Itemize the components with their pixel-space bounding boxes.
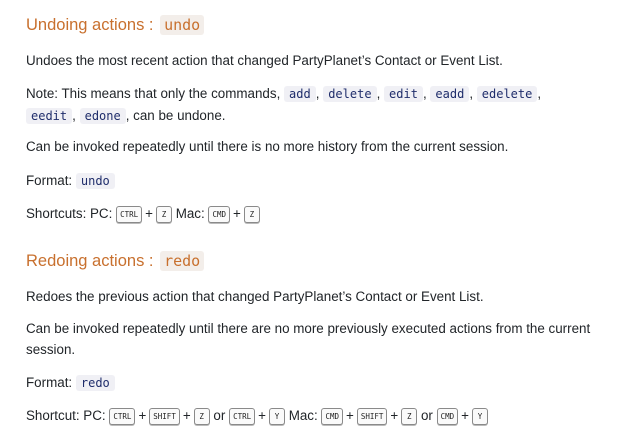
key-cmd: CMD: [436, 407, 459, 425]
note-command-eedit: eedit: [26, 108, 73, 124]
redo-heading: Redoing actions : redo: [26, 250, 205, 272]
key-ctrl: CTRL: [116, 205, 143, 223]
undo-note: Note: This means that only the commands,…: [26, 86, 542, 124]
or-text: or: [420, 408, 433, 423]
note-command-edit: edit: [384, 86, 423, 102]
key-cmd: CMD: [321, 407, 343, 425]
note-command-edone: edone: [79, 108, 126, 124]
note-command-eadd: eadd: [430, 86, 470, 102]
key-y: Y: [268, 407, 285, 425]
undo-note-suffix: , can be undone.: [125, 108, 226, 123]
note-command-edelete: edelete: [476, 86, 538, 102]
redo-format-label: Format:: [26, 375, 73, 390]
redo-repeat: Can be invoked repeatedly until there ar…: [26, 321, 591, 357]
undo-description: Undoes the most recent action that chang…: [26, 53, 503, 68]
undo-shortcut-label: Shortcuts: PC:: [26, 206, 113, 221]
redo-description: Redoes the previous action that changed …: [26, 289, 484, 304]
redo-heading-text: Redoing actions :: [26, 252, 154, 270]
undo-heading-command: undo: [160, 15, 205, 35]
key-shift: SHIFT: [149, 407, 180, 425]
key-ctrl: CTRL: [109, 407, 136, 425]
undo-format: Format: undo: [26, 170, 634, 192]
undo-format-value: undo: [75, 173, 115, 189]
undo-repeat: Can be invoked repeatedly until there is…: [26, 139, 509, 154]
key-z: Z: [243, 205, 260, 223]
undo-mac-label: Mac:: [175, 206, 205, 221]
redo-shortcut-label: Shortcut: PC:: [26, 408, 106, 423]
redo-format-value: redo: [75, 375, 115, 391]
key-cmd: CMD: [208, 205, 230, 223]
key-shift: SHIFT: [356, 407, 388, 425]
key-z: Z: [193, 407, 210, 425]
or-text: or: [213, 408, 226, 423]
redo-format: Format: redo: [26, 372, 634, 394]
redo-mac-label: Mac:: [288, 408, 318, 423]
undo-heading-text: Undoing actions :: [26, 16, 154, 34]
key-z: Z: [155, 205, 172, 223]
undo-format-label: Format:: [26, 173, 73, 188]
key-ctrl: CTRL: [229, 407, 256, 425]
undo-shortcuts: Shortcuts: PC: CTRL + Z Mac: CMD + Z: [26, 203, 634, 224]
key-z: Z: [401, 407, 418, 425]
redo-shortcuts: Shortcut: PC: CTRL + SHIFT + Z or CTRL + Y Mac…: [26, 405, 634, 426]
key-y: Y: [472, 407, 488, 425]
redo-heading-command: redo: [160, 251, 205, 271]
undo-heading: Undoing actions : undo: [26, 14, 205, 36]
undo-note-prefix: Note: This means that only the commands,: [26, 86, 281, 101]
note-command-add: add: [284, 86, 316, 102]
note-command-delete: delete: [323, 86, 377, 102]
